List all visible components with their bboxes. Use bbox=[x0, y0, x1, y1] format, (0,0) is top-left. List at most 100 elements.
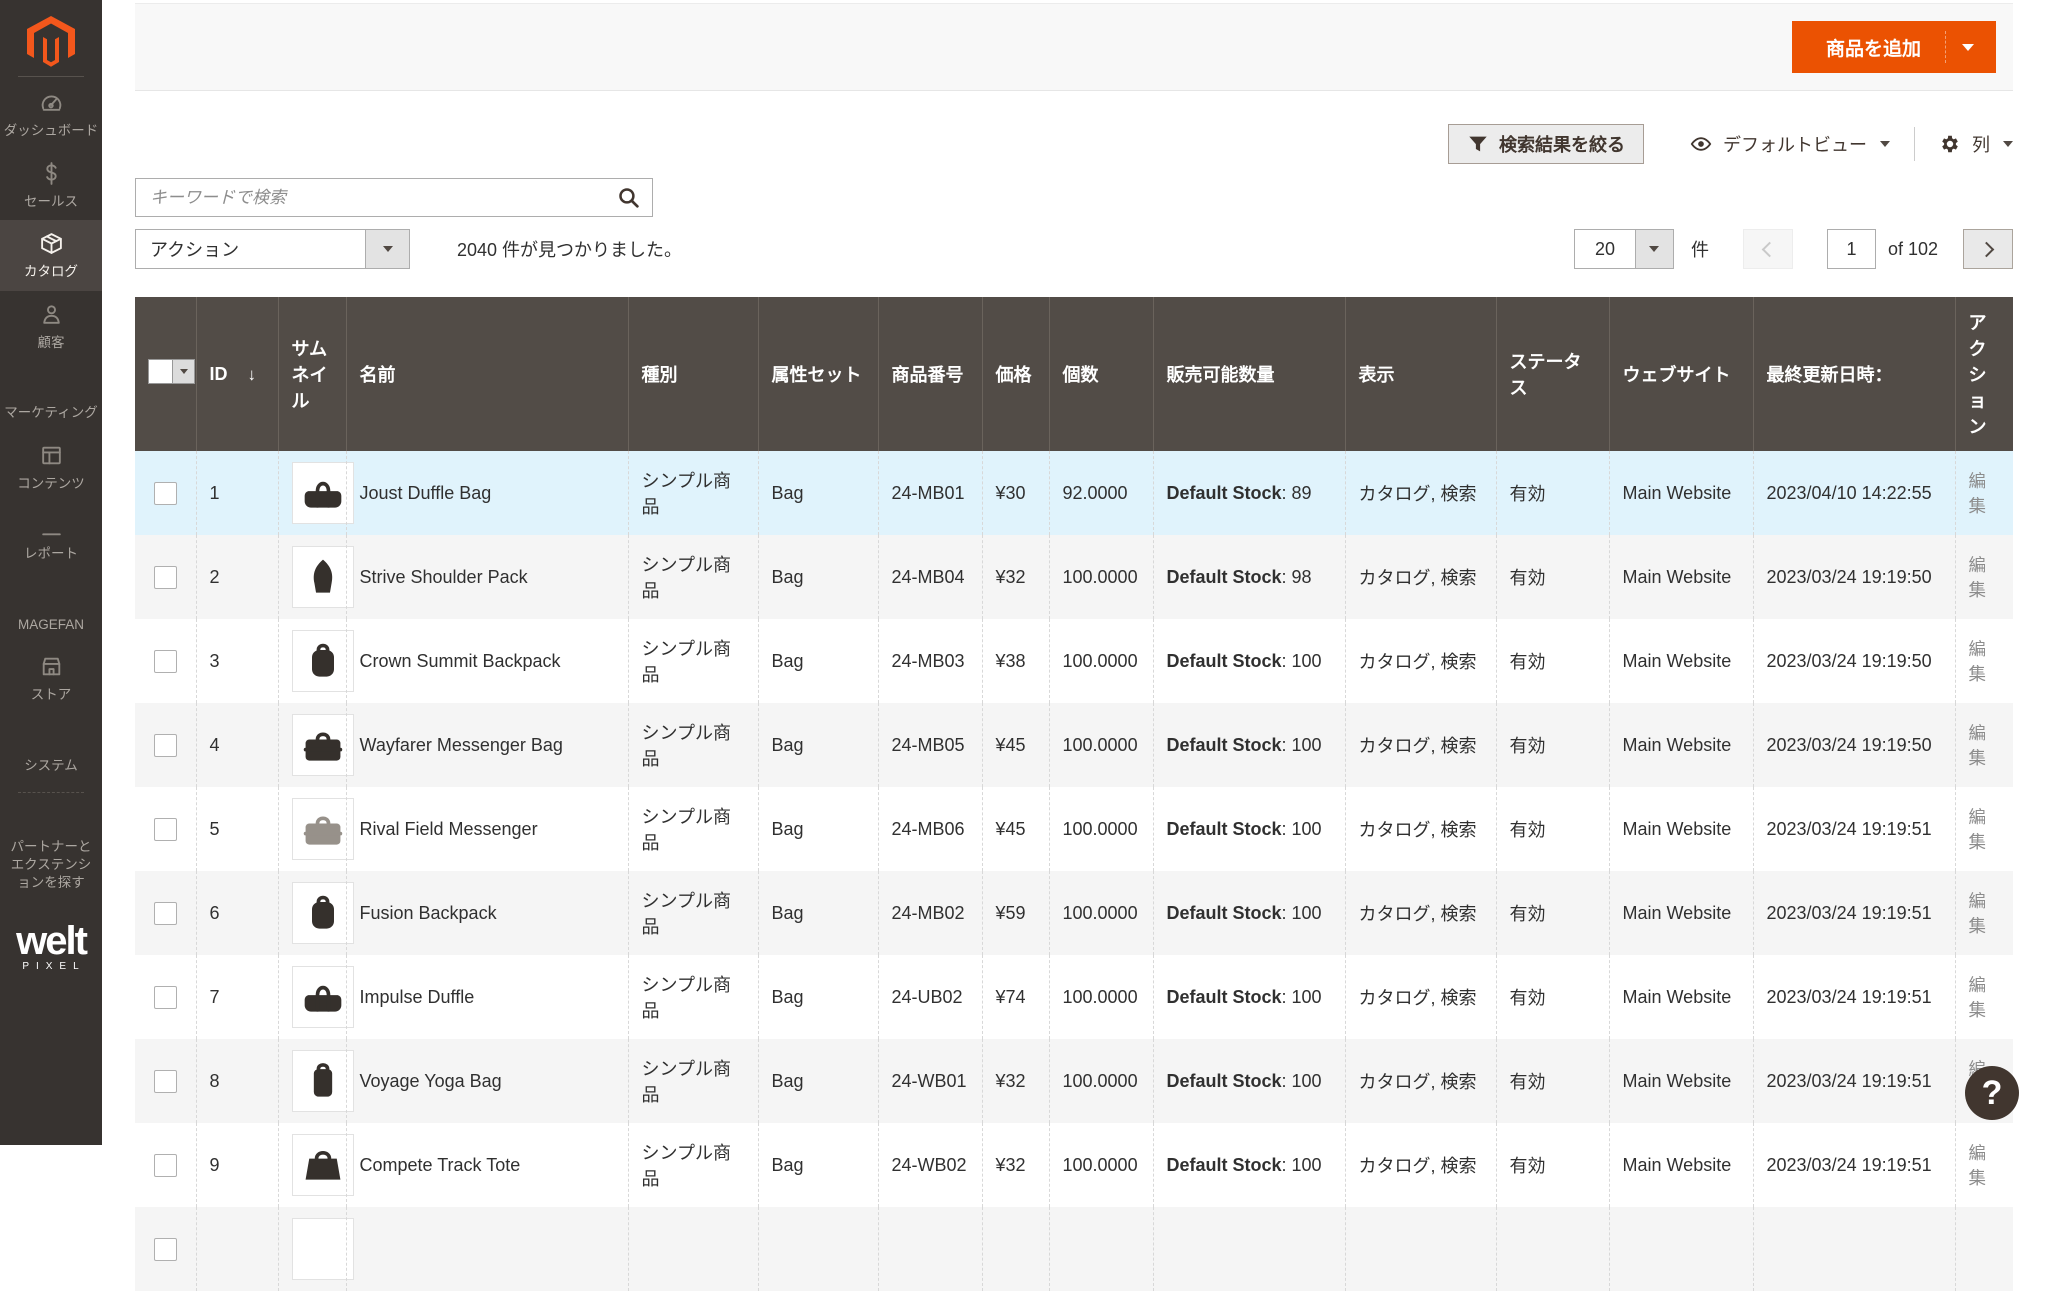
per-page-value: 20 bbox=[1575, 230, 1635, 268]
column-header-websites[interactable]: ウェブサイト bbox=[1609, 297, 1753, 451]
edit-link[interactable]: 編集 bbox=[1969, 723, 1987, 768]
edit-link[interactable]: 編集 bbox=[1969, 891, 1987, 936]
select-all-dropdown[interactable] bbox=[173, 359, 195, 384]
mass-action-select[interactable]: アクション bbox=[135, 229, 410, 269]
edit-link[interactable]: 編集 bbox=[1969, 807, 1987, 852]
column-header-id[interactable]: ID↓ bbox=[196, 297, 278, 451]
lego-brick-icon bbox=[39, 806, 64, 831]
cell-updated-at: 2023/03/24 19:19:51 bbox=[1753, 871, 1955, 955]
cell-websites bbox=[1609, 1207, 1753, 1291]
column-header-qty[interactable]: 個数 bbox=[1049, 297, 1153, 451]
cell-updated-at: 2023/04/10 14:22:55 bbox=[1753, 451, 1955, 535]
sidebar-item-label: レポート bbox=[24, 545, 78, 563]
cell-qty: 100.0000 bbox=[1049, 703, 1153, 787]
filters-button[interactable]: 検索結果を絞る bbox=[1448, 124, 1644, 164]
help-button[interactable]: ? bbox=[1965, 1066, 2019, 1120]
product-thumbnail bbox=[292, 1218, 354, 1280]
product-thumbnail-duffle-icon bbox=[301, 975, 345, 1019]
sidebar-item-catalog[interactable]: カタログ bbox=[0, 220, 102, 291]
sidebar-item-system[interactable]: システム bbox=[0, 714, 102, 785]
sidebar-item-label: ダッシュボード bbox=[4, 122, 99, 140]
next-page-button[interactable] bbox=[1963, 229, 2013, 269]
row-checkbox[interactable] bbox=[154, 1070, 177, 1093]
column-header-visibility[interactable]: 表示 bbox=[1345, 297, 1496, 451]
sidebar-item-reports[interactable]: レポート bbox=[0, 502, 102, 573]
cell-attribute-set bbox=[758, 1207, 878, 1291]
magento-logo-icon[interactable] bbox=[19, 12, 83, 68]
cell-salable-qty: Default Stock: 89 bbox=[1153, 451, 1345, 535]
chevron-down-icon bbox=[1880, 141, 1890, 147]
edit-link[interactable]: 編集 bbox=[1969, 555, 1987, 600]
row-checkbox[interactable] bbox=[154, 734, 177, 757]
cell-attribute-set: Bag bbox=[758, 1039, 878, 1123]
edit-link[interactable]: 編集 bbox=[1969, 471, 1987, 516]
per-page-select[interactable]: 20 bbox=[1574, 229, 1674, 269]
sidebar-item-sales[interactable]: セールス bbox=[0, 150, 102, 221]
pagination: 20 件 of 102 bbox=[1574, 229, 2013, 269]
sales-icon bbox=[39, 161, 64, 186]
column-header-name[interactable]: 名前 bbox=[346, 297, 628, 451]
edit-link[interactable]: 編集 bbox=[1969, 1143, 1987, 1188]
table-row: 6Fusion Backpackシンプル商品Bag24-MB02¥59100.0… bbox=[135, 871, 2013, 955]
search-input[interactable] bbox=[135, 178, 653, 217]
column-header-price[interactable]: 価格 bbox=[982, 297, 1049, 451]
column-header-label: 商品番号 bbox=[892, 365, 964, 385]
row-checkbox[interactable] bbox=[154, 818, 177, 841]
cell-thumbnail bbox=[278, 955, 346, 1039]
column-header-salable-qty[interactable]: 販売可能数量 bbox=[1153, 297, 1345, 451]
select-arrow-button[interactable] bbox=[365, 230, 409, 268]
weltpixel-logo[interactable]: welt PIXEL bbox=[0, 923, 102, 972]
cell-websites: Main Website bbox=[1609, 1123, 1753, 1207]
column-header-status[interactable]: ステータス bbox=[1496, 297, 1609, 451]
page-number-input[interactable] bbox=[1827, 229, 1876, 269]
keyword-search bbox=[135, 178, 653, 217]
columns-selector[interactable]: 列 bbox=[1939, 131, 2013, 157]
select-arrow-button[interactable] bbox=[1635, 230, 1673, 268]
edit-link[interactable]: 編集 bbox=[1969, 639, 1987, 684]
column-header-label: 最終更新日時： bbox=[1767, 365, 1893, 385]
column-header-action[interactable]: アクション bbox=[1955, 297, 2013, 451]
column-header-sku[interactable]: 商品番号 bbox=[878, 297, 982, 451]
view-label: デフォルトビュー bbox=[1723, 131, 1867, 157]
row-checkbox[interactable] bbox=[154, 482, 177, 505]
product-thumbnail bbox=[292, 1050, 354, 1112]
prev-page-button[interactable] bbox=[1743, 229, 1793, 269]
sidebar-item-partners[interactable]: パートナーとエクステンションを探す bbox=[0, 795, 102, 901]
row-checkbox[interactable] bbox=[154, 650, 177, 673]
product-thumbnail bbox=[292, 1134, 354, 1196]
sidebar-item-magefan[interactable]: MAGEFAN bbox=[0, 573, 102, 644]
sidebar-item-label: コンテンツ bbox=[17, 475, 85, 493]
cell-type: シンプル商品 bbox=[628, 1123, 758, 1207]
cell-thumbnail bbox=[278, 451, 346, 535]
row-checkbox[interactable] bbox=[154, 902, 177, 925]
sidebar-item-customers[interactable]: 顧客 bbox=[0, 291, 102, 362]
add-product-label: 商品を追加 bbox=[1798, 34, 1945, 61]
column-header-label: 価格 bbox=[996, 365, 1032, 385]
cell-id: 9 bbox=[196, 1123, 278, 1207]
select-all-checkbox[interactable] bbox=[148, 359, 173, 384]
search-icon[interactable] bbox=[616, 185, 641, 210]
sidebar-item-content[interactable]: コンテンツ bbox=[0, 432, 102, 503]
sidebar-item-label: システム bbox=[24, 757, 78, 775]
add-product-button[interactable]: 商品を追加 bbox=[1792, 21, 1996, 73]
row-checkbox[interactable] bbox=[154, 566, 177, 589]
row-checkbox[interactable] bbox=[154, 1154, 177, 1177]
cell-checkbox bbox=[135, 871, 196, 955]
sidebar-item-marketing[interactable]: マーケティング bbox=[0, 361, 102, 432]
view-selector[interactable]: デフォルトビュー bbox=[1690, 131, 1890, 157]
add-product-dropdown[interactable] bbox=[1946, 44, 1990, 51]
sidebar-item-stores[interactable]: ストア bbox=[0, 643, 102, 714]
grid-toolbar: 検索結果を絞る デフォルトビュー 列 bbox=[135, 124, 2013, 164]
cell-salable-qty: Default Stock: 100 bbox=[1153, 787, 1345, 871]
column-header-updated-at[interactable]: 最終更新日時： bbox=[1753, 297, 1955, 451]
column-header-thumbnail[interactable]: サムネイル bbox=[278, 297, 346, 451]
column-header-type[interactable]: 種別 bbox=[628, 297, 758, 451]
edit-link[interactable]: 編集 bbox=[1969, 975, 1987, 1020]
cell-action: 編集 bbox=[1955, 535, 2013, 619]
cell-checkbox bbox=[135, 535, 196, 619]
row-checkbox[interactable] bbox=[154, 986, 177, 1009]
sidebar-item-dashboard[interactable]: ダッシュボード bbox=[0, 79, 102, 150]
column-header-attribute-set[interactable]: 属性セット bbox=[758, 297, 878, 451]
row-checkbox[interactable] bbox=[154, 1238, 177, 1261]
column-header-label: サムネイル bbox=[292, 339, 328, 411]
